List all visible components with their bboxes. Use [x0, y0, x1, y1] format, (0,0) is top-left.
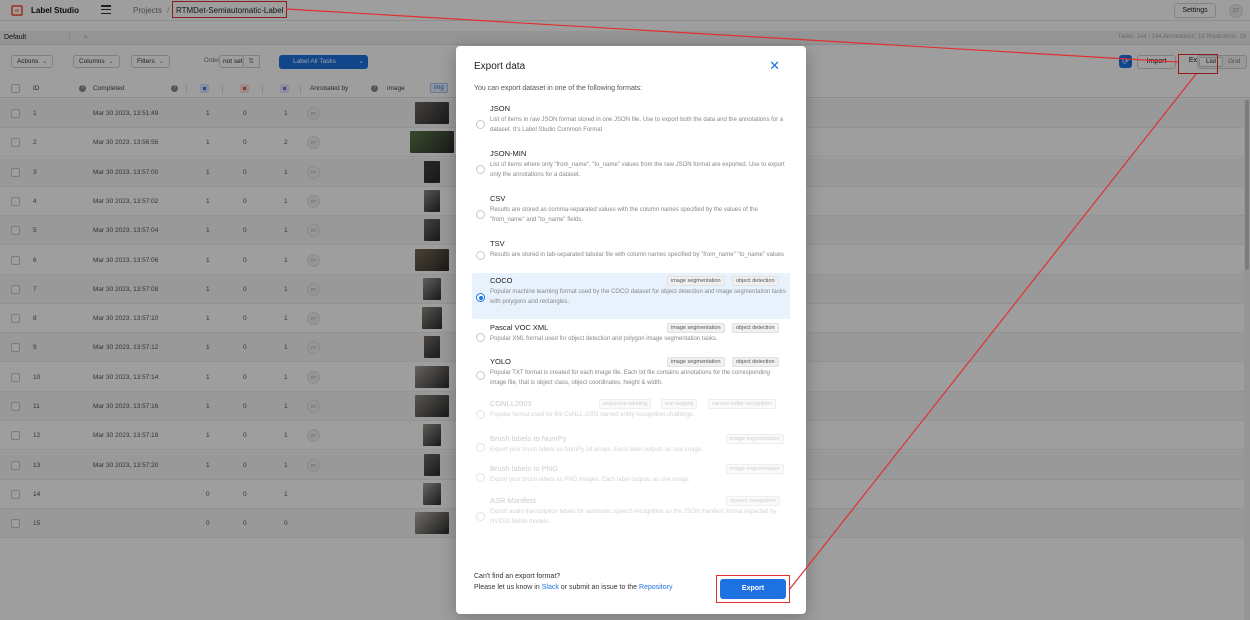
- format-title: CSV: [490, 194, 506, 203]
- format-radio: [476, 409, 485, 419]
- format-description: Popular format used for the CoNLL-2003 n…: [490, 412, 695, 418]
- modal-subtitle: You can export dataset in one of the fol…: [474, 85, 643, 92]
- format-tag: object detection: [732, 276, 779, 286]
- format-tag: image segmentation: [667, 276, 725, 286]
- export-format-csv[interactable]: CSV Results are stored as comma-separated…: [472, 191, 790, 235]
- export-format-yolo[interactable]: YOLO Popular TXT format is created for ea…: [472, 354, 790, 394]
- format-radio[interactable]: [476, 293, 485, 302]
- format-radio[interactable]: [476, 165, 485, 174]
- format-description: List of items where only "from_name", "t…: [490, 162, 785, 178]
- format-tag: image segmentation: [726, 464, 784, 474]
- cant-find-format-text: Can't find an export format?: [474, 573, 561, 580]
- or-submit-text: or submit an issue to the: [560, 584, 638, 591]
- format-tag: speech recognition: [726, 496, 781, 506]
- format-title: Pascal VOC XML: [490, 323, 549, 332]
- export-format-json[interactable]: JSON List of items in raw JSON format sto…: [472, 101, 790, 145]
- format-tag: object detection: [732, 323, 779, 333]
- format-radio[interactable]: [476, 210, 485, 219]
- format-title: JSON-MIN: [490, 149, 527, 158]
- format-description: Export audio transcription labels for au…: [490, 509, 777, 525]
- format-description: Popular TXT format is created for each i…: [490, 370, 770, 386]
- export-format-coco[interactable]: COCO Popular machine learning format used…: [472, 273, 790, 319]
- format-description: List of items in raw JSON format stored …: [490, 117, 784, 133]
- close-icon[interactable]: ✕: [769, 58, 780, 74]
- format-title: YOLO: [490, 357, 511, 366]
- format-radio[interactable]: [476, 333, 485, 342]
- feedback-text: Please let us know in Slack or submit an…: [474, 584, 672, 591]
- format-description: Export your brush labels as NumPy 2d arr…: [490, 447, 703, 453]
- format-radio: [476, 473, 485, 482]
- format-radio[interactable]: [476, 251, 485, 260]
- format-radio[interactable]: [476, 120, 485, 129]
- format-title: Brush labels to PNG: [490, 464, 558, 473]
- format-tag: named entity recognition: [708, 399, 776, 409]
- format-tag: object detection: [732, 357, 779, 367]
- format-title: TSV: [490, 239, 505, 248]
- format-tag: sequence labeling: [599, 399, 652, 409]
- format-tag: image segmentation: [726, 434, 784, 444]
- export-confirm-button[interactable]: Export: [720, 579, 786, 599]
- format-tag: text tagging: [661, 399, 698, 409]
- let-us-know-text: Please let us know in: [474, 584, 540, 591]
- format-title: ASR Manifest: [490, 496, 536, 505]
- slack-link[interactable]: Slack: [542, 584, 559, 591]
- export-format-conll2003: CONLL2003 Popular format used for the CoN…: [472, 396, 790, 429]
- modal-title: Export data: [474, 61, 526, 72]
- format-radio: [476, 512, 485, 521]
- format-description: Results are stored as comma-separated va…: [490, 207, 758, 223]
- format-title: COCO: [490, 276, 513, 285]
- format-description: Export your brush labels as PNG images. …: [490, 477, 691, 483]
- format-description: Popular machine learning format used by …: [490, 289, 786, 305]
- format-tag: image segmentation: [667, 357, 725, 367]
- export-format-json-min[interactable]: JSON-MIN List of items where only "from_n…: [472, 146, 790, 190]
- repository-link[interactable]: Repository: [639, 584, 672, 591]
- export-format-brush-labels-to-numpy: Brush labels to NumPy Export your brush l…: [472, 431, 790, 461]
- format-title: JSON: [490, 104, 511, 113]
- export-format-tsv[interactable]: TSV Results are stored in tab-separated t…: [472, 236, 790, 272]
- export-data-modal: Export data ✕ You can export dataset in …: [456, 46, 806, 614]
- format-tag: image segmentation: [667, 323, 725, 333]
- format-radio[interactable]: [476, 371, 485, 380]
- format-title: CONLL2003: [490, 399, 532, 408]
- format-radio: [476, 443, 485, 452]
- export-format-asr-manifest: ASR Manifest Export audio transcription l…: [472, 493, 790, 537]
- export-format-pascal-voc-xml[interactable]: Pascal VOC XML Popular XML format used fo…: [472, 320, 790, 352]
- format-description: Popular XML format used for object detec…: [490, 336, 718, 342]
- format-title: Brush labels to NumPy: [490, 434, 567, 443]
- format-description: Results are stored in tab-separated tabu…: [490, 252, 784, 258]
- export-format-brush-labels-to-png: Brush labels to PNG Export your brush lab…: [472, 461, 790, 491]
